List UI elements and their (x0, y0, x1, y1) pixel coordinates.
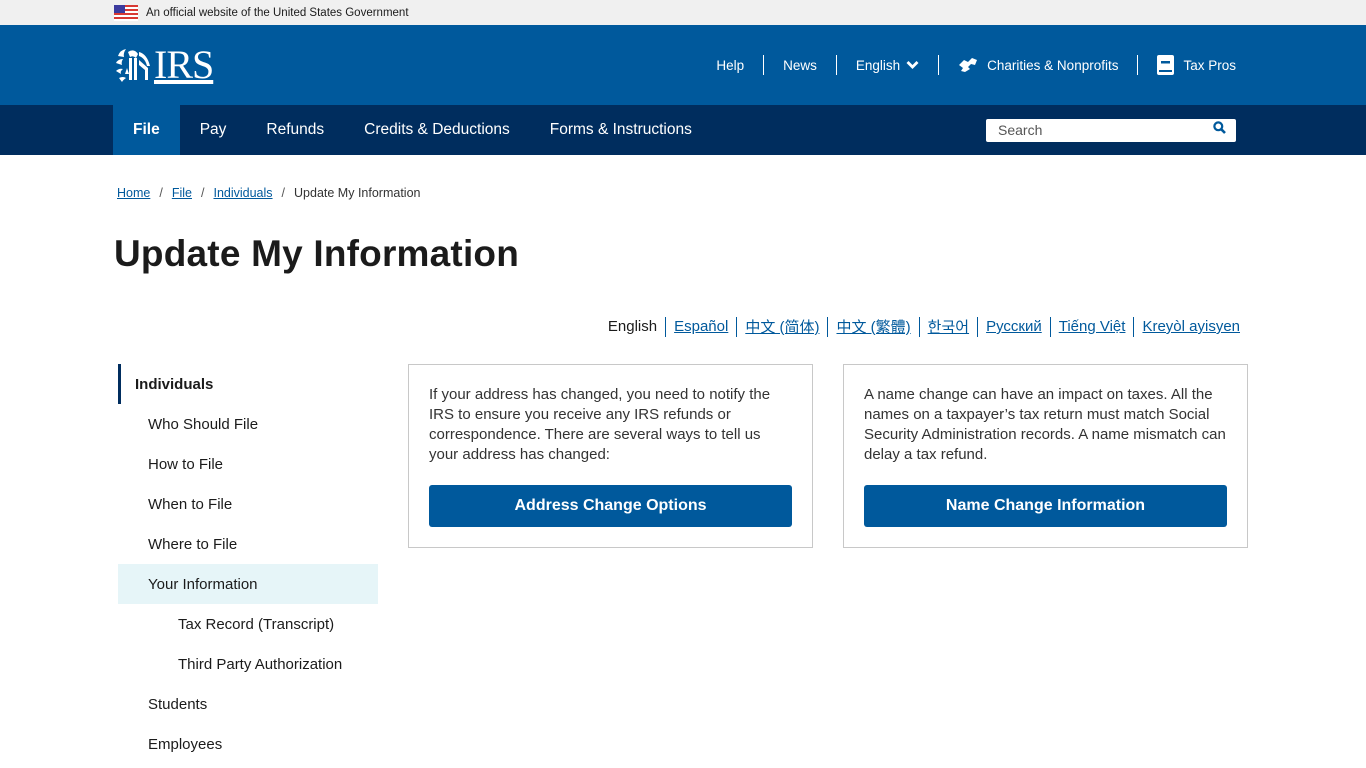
address-change-options-button[interactable]: Address Change Options (429, 485, 792, 527)
handshake-icon (958, 56, 978, 74)
lang-haitian-creole[interactable]: Kreyòl ayisyen (1134, 318, 1248, 335)
news-label: News (783, 57, 817, 73)
search-input[interactable] (998, 122, 1188, 138)
help-link[interactable]: Help (697, 58, 763, 73)
nav-refunds[interactable]: Refunds (246, 105, 344, 155)
irs-logo-link[interactable]: IRS (114, 42, 214, 87)
name-change-card: A name change can have an impact on taxe… (843, 364, 1248, 548)
irs-eagle-icon (116, 49, 150, 82)
lang-spanish[interactable]: Español (666, 318, 736, 335)
utility-nav: Help News English Charities & Nonprofits… (697, 55, 1236, 75)
breadcrumb-file[interactable]: File (172, 186, 192, 200)
sidebar-item-when-to-file[interactable]: When to File (118, 484, 378, 524)
sidebar-item-employees[interactable]: Employees (118, 724, 378, 764)
sidebar-item-who-should-file[interactable]: Who Should File (118, 404, 378, 444)
nav-credits-deductions[interactable]: Credits & Deductions (344, 105, 530, 155)
sidebar-item-how-to-file[interactable]: How to File (118, 444, 378, 484)
tax-pros-label: Tax Pros (1183, 57, 1236, 73)
lang-vietnamese[interactable]: Tiếng Việt (1051, 318, 1134, 335)
chevron-down-icon (906, 60, 919, 70)
lang-chinese-traditional[interactable]: 中文 (繁體) (828, 316, 918, 337)
breadcrumb-individuals[interactable]: Individuals (213, 186, 272, 200)
book-icon (1157, 55, 1175, 75)
language-bar: English Español 中文 (简体) 中文 (繁體) 한국어 Русс… (608, 316, 1248, 337)
name-change-information-button[interactable]: Name Change Information (864, 485, 1227, 527)
search-box (986, 118, 1236, 142)
sidebar-nav: Individuals Who Should File How to File … (118, 364, 378, 764)
page-title: Update My Information (114, 233, 520, 274)
tax-pros-link[interactable]: Tax Pros (1138, 55, 1236, 75)
breadcrumb-separator: / (281, 186, 286, 200)
charities-label: Charities & Nonprofits (987, 57, 1119, 73)
language-label: English (855, 57, 901, 73)
main-nav: File Pay Refunds Credits & Deductions Fo… (0, 105, 1366, 155)
nav-forms-instructions[interactable]: Forms & Instructions (530, 105, 712, 155)
address-change-text: If your address has changed, you need to… (429, 386, 771, 463)
nav-pay[interactable]: Pay (180, 105, 247, 155)
gov-banner: An official website of the United States… (0, 0, 1366, 25)
logo-text: IRS (154, 42, 214, 87)
us-flag-icon (114, 4, 138, 21)
sidebar-item-where-to-file[interactable]: Where to File (118, 524, 378, 564)
lang-chinese-simplified[interactable]: 中文 (简体) (737, 316, 827, 337)
breadcrumb-home[interactable]: Home (117, 186, 150, 200)
address-change-card: If your address has changed, you need to… (408, 364, 813, 548)
lang-russian[interactable]: Русский (978, 318, 1050, 335)
language-dropdown[interactable]: English (837, 58, 938, 73)
sidebar-item-third-party-authorization[interactable]: Third Party Authorization (118, 644, 378, 684)
lang-korean[interactable]: 한국어 (920, 316, 977, 337)
name-change-text: A name change can have an impact on taxe… (864, 386, 1226, 463)
sidebar-item-students[interactable]: Students (118, 684, 378, 724)
breadcrumb-separator: / (159, 186, 163, 200)
search-icon[interactable] (1213, 121, 1226, 139)
sidebar-item-tax-record[interactable]: Tax Record (Transcript) (118, 604, 378, 644)
help-label: Help (716, 57, 745, 73)
site-header: IRS Help News English Charities & Nonpro… (0, 25, 1366, 105)
breadcrumb-current: Update My Information (294, 186, 421, 200)
nav-file[interactable]: File (113, 105, 180, 155)
lang-current: English (607, 318, 658, 335)
breadcrumb-separator: / (200, 186, 205, 200)
charities-nonprofits-link[interactable]: Charities & Nonprofits (939, 56, 1137, 74)
sidebar-heading-individuals[interactable]: Individuals (118, 364, 378, 404)
gov-banner-text: An official website of the United States… (146, 6, 409, 19)
breadcrumb: Home / File / Individuals / Update My In… (117, 186, 420, 200)
news-link[interactable]: News (764, 58, 836, 73)
sidebar-item-your-information[interactable]: Your Information (118, 564, 378, 604)
